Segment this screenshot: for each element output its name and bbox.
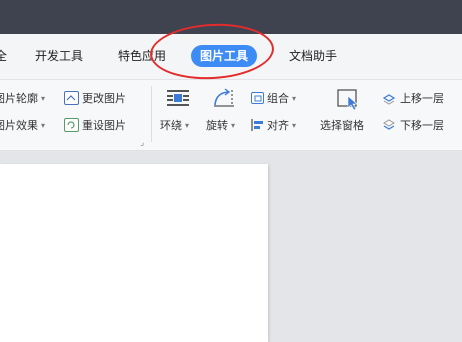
dialog-launcher-icon[interactable]: ⌟: [140, 138, 144, 148]
bring-forward-button[interactable]: 上移一层: [382, 90, 444, 106]
bring-forward-icon: [382, 92, 397, 105]
rotate-label: 旋转: [206, 119, 228, 132]
change-picture-button[interactable]: 更改图片: [64, 90, 126, 106]
title-bar: [0, 0, 462, 34]
tab-special-features[interactable]: 特色应用: [118, 46, 166, 66]
wrap-label: 环绕: [160, 119, 182, 132]
align-label: 对齐: [267, 119, 289, 132]
picture-outline-label: 图片轮廓: [0, 92, 38, 105]
ribbon-toolbar: 图片轮廓 ▾ 更改图片 图片效果 ▾ 重设图片 ⌟ 环绕 ▾: [0, 80, 462, 151]
document-page[interactable]: [0, 164, 268, 342]
document-workspace: [0, 151, 462, 342]
chevron-down-icon: ▾: [185, 120, 190, 130]
chevron-down-icon: ▾: [292, 93, 297, 103]
tab-developer[interactable]: 开发工具: [35, 46, 83, 66]
tab-partial-left[interactable]: 全: [0, 46, 7, 66]
rotate-icon[interactable]: [212, 87, 236, 107]
picture-outline-button[interactable]: 图片轮廓 ▾: [0, 90, 45, 106]
chevron-down-icon: ▾: [231, 120, 236, 130]
change-picture-label: 更改图片: [82, 92, 126, 105]
tab-picture-tools[interactable]: 图片工具: [191, 45, 258, 67]
rotate-button[interactable]: 旋转 ▾: [206, 117, 235, 133]
send-backward-button[interactable]: 下移一层: [382, 117, 444, 133]
selection-pane-icon[interactable]: [336, 88, 360, 111]
chevron-down-icon: ▾: [292, 120, 297, 130]
wrap-button[interactable]: 环绕 ▾: [160, 117, 189, 133]
bring-forward-label: 上移一层: [400, 92, 444, 105]
group-button[interactable]: 组合 ▾: [251, 90, 296, 106]
send-backward-label: 下移一层: [400, 119, 444, 132]
selection-pane-button[interactable]: 选择窗格: [320, 117, 364, 133]
reset-picture-button[interactable]: 重设图片: [64, 117, 126, 133]
group-label: 组合: [267, 92, 289, 105]
tab-doc-helper[interactable]: 文档助手: [289, 46, 337, 66]
reset-picture-label: 重设图片: [82, 119, 126, 132]
reset-picture-icon: [64, 118, 79, 132]
chevron-down-icon: ▾: [41, 93, 46, 103]
chevron-down-icon: ▾: [41, 120, 46, 130]
change-picture-icon: [64, 91, 79, 105]
align-button[interactable]: 对齐 ▾: [251, 117, 296, 133]
selection-pane-label: 选择窗格: [320, 119, 364, 132]
align-icon: [251, 119, 264, 131]
send-backward-icon: [382, 118, 397, 132]
group-icon: [251, 92, 264, 104]
ribbon-tab-bar: 全 开发工具 特色应用 图片工具 文档助手: [0, 34, 462, 80]
wrap-text-icon[interactable]: [166, 89, 190, 109]
picture-effects-button[interactable]: 图片效果 ▾: [0, 117, 45, 133]
ribbon-separator: [151, 86, 152, 142]
picture-effects-label: 图片效果: [0, 119, 38, 132]
